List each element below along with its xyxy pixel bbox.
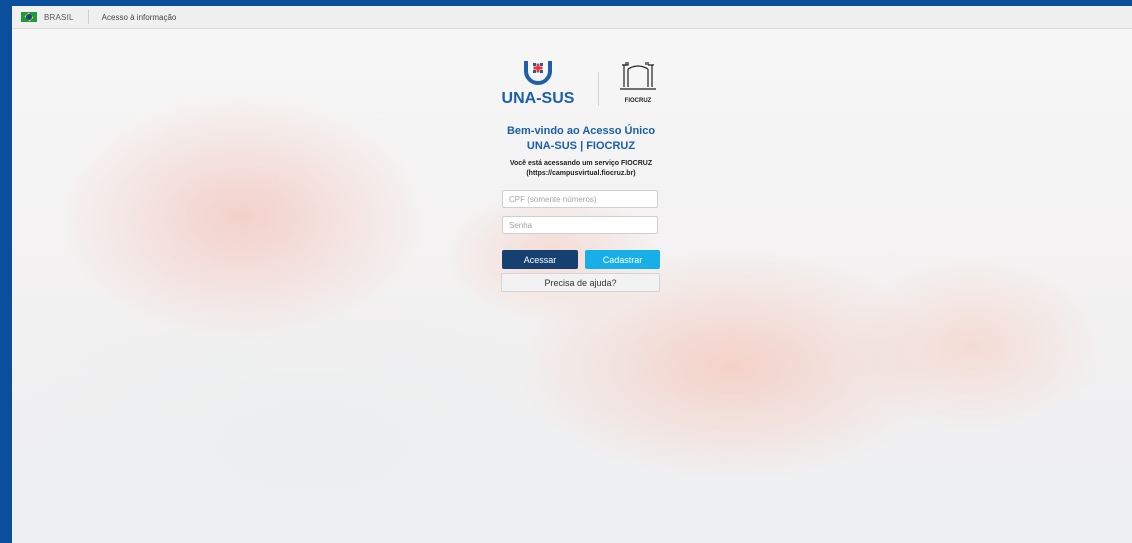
government-bar: BRASIL Acesso à informação	[12, 6, 1132, 29]
password-input[interactable]	[502, 216, 658, 234]
una-sus-logo: UNA-SUS	[502, 61, 575, 105]
access-information-link[interactable]: Acesso à informação	[102, 13, 177, 22]
cpf-input[interactable]	[502, 190, 658, 208]
fiocruz-logo-text: FIOCRUZ	[625, 98, 652, 104]
una-sus-logo-text: UNA-SUS	[502, 90, 575, 105]
service-notice-url: (https://campusvirtual.fiocruz.br)	[526, 170, 636, 177]
page-frame: BRASIL Acesso à informação UNA-SUS FIOCR…	[12, 6, 1132, 543]
brazil-flag-icon	[21, 12, 37, 22]
service-notice: Você está acessando um serviço FIOCRUZ (…	[456, 159, 706, 179]
register-button[interactable]: Cadastrar	[585, 250, 660, 269]
help-button[interactable]: Precisa de ajuda?	[501, 273, 660, 292]
welcome-title-line1: Bem-vindo ao Acesso Único	[506, 125, 656, 137]
gov-country-link[interactable]: BRASIL	[44, 13, 74, 22]
gov-bar-divider	[87, 10, 89, 24]
welcome-title-line2: UNA-SUS | FIOCRUZ	[526, 140, 636, 152]
login-button[interactable]: Acessar	[502, 250, 578, 269]
logo-divider	[598, 72, 599, 106]
una-sus-emblem-icon	[524, 61, 552, 85]
fiocruz-castle-icon	[620, 62, 656, 90]
service-notice-line1: Você está acessando um serviço FIOCRUZ	[509, 160, 653, 167]
welcome-title: Bem-vindo ao Acesso Único UNA-SUS | FIOC…	[456, 124, 706, 154]
fiocruz-logo: FIOCRUZ	[620, 62, 656, 104]
